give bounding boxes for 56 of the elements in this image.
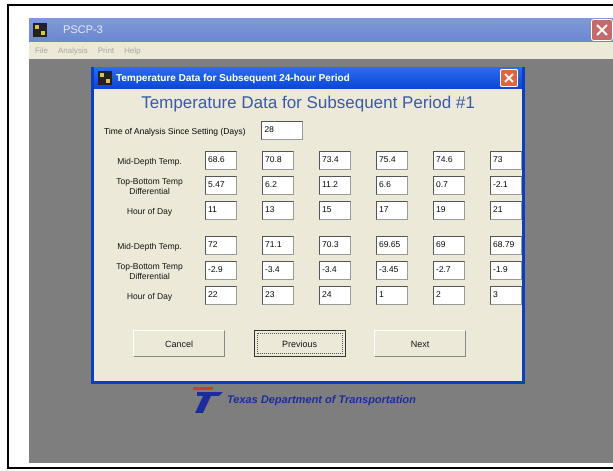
input-field[interactable]: -2.7 (433, 261, 465, 280)
app-icon (33, 23, 47, 37)
cancel-button[interactable]: Cancel (133, 330, 225, 357)
input-field[interactable]: 6.6 (376, 176, 408, 195)
row-label: Top-Bottom Temp Differential (115, 260, 184, 280)
input-field[interactable]: -2.9 (205, 261, 237, 280)
organization-name: Texas Department of Transportation (227, 394, 416, 406)
input-field[interactable]: 19 (433, 201, 465, 220)
input-field[interactable]: -3.4 (319, 261, 351, 280)
input-field[interactable]: 11.2 (319, 176, 351, 195)
input-field[interactable]: 75.4 (376, 151, 408, 170)
logo-icon (191, 386, 225, 414)
input-field[interactable]: 21 (490, 201, 522, 220)
close-icon[interactable] (591, 19, 613, 41)
input-field[interactable]: 24 (319, 286, 351, 305)
input-field[interactable]: 72 (205, 236, 237, 255)
input-field[interactable]: 73.4 (319, 151, 351, 170)
previous-button[interactable]: Previous (254, 330, 346, 357)
field-label: Time of Analysis Since Setting (Days) (104, 126, 246, 136)
input-field[interactable]: 2 (433, 286, 465, 305)
input-field[interactable]: 17 (376, 201, 408, 220)
input-field[interactable]: 74.6 (433, 151, 465, 170)
row-label: Hour of Day (126, 290, 174, 300)
input-field[interactable]: 70.3 (319, 236, 351, 255)
input-field[interactable]: 71.1 (262, 236, 294, 255)
dialog-title: Temperature Data for Subsequent 24-hour Period (116, 72, 350, 84)
input-field[interactable]: 23 (262, 286, 294, 305)
app-icon (98, 71, 112, 85)
input-field[interactable]: 11 (205, 201, 237, 220)
input-field[interactable]: -3.4 (262, 261, 294, 280)
input-field[interactable]: 13 (262, 201, 294, 220)
input-field[interactable]: 70.8 (262, 151, 294, 170)
input-field[interactable]: -2.1 (490, 176, 522, 195)
input-field[interactable]: 68.79 (490, 236, 522, 255)
input-field[interactable]: 69.65 (376, 236, 408, 255)
input-field[interactable]: 68.6 (205, 151, 237, 170)
input-field[interactable]: 73 (490, 151, 522, 170)
input-field[interactable]: -3.45 (376, 261, 408, 280)
input-field[interactable]: 15 (319, 201, 351, 220)
dialog-heading: Temperature Data for Subsequent Period #1 (140, 93, 476, 113)
row-label: Hour of Day (126, 206, 174, 216)
close-icon[interactable] (500, 69, 518, 87)
input-field[interactable]: 3 (490, 286, 522, 305)
input-field[interactable]: -1.9 (490, 261, 522, 280)
input-field[interactable]: 28 (261, 121, 304, 140)
window-title: PSCP-3 (63, 24, 103, 36)
row-label: Top-Bottom Temp Differential (115, 176, 184, 196)
input-field[interactable]: 1 (376, 286, 408, 305)
input-field[interactable]: 22 (205, 286, 237, 305)
input-field[interactable]: 5.47 (205, 176, 237, 195)
next-button[interactable]: Next (374, 330, 466, 357)
input-field[interactable]: 6.2 (262, 176, 294, 195)
input-field[interactable]: 69 (433, 236, 465, 255)
row-label: Mid-Depth Temp. (116, 156, 183, 166)
row-label: Mid-Depth Temp. (116, 240, 183, 250)
input-field[interactable]: 0.7 (433, 176, 465, 195)
